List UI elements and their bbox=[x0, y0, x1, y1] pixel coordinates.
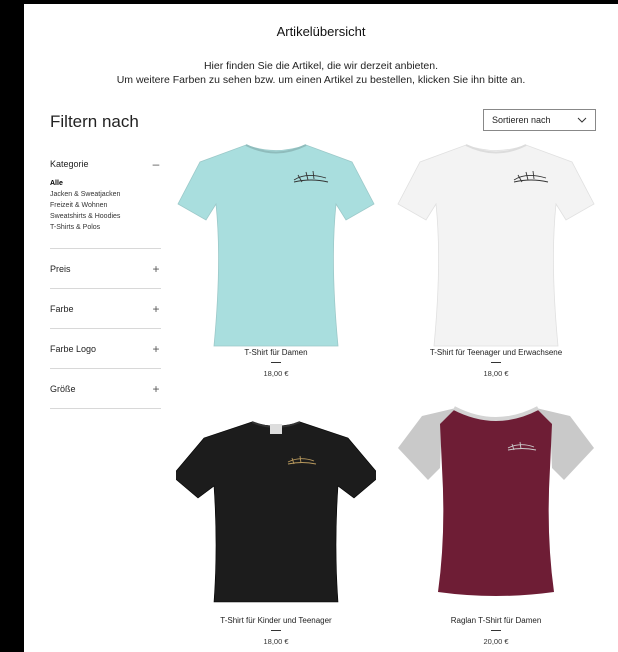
filter-group-farbe: Farbe + bbox=[50, 289, 161, 329]
divider bbox=[491, 362, 501, 363]
intro-line-1: Hier finden Sie die Artikel, die wir der… bbox=[203, 60, 439, 72]
filter-group-farbe-logo: Farbe Logo + bbox=[50, 329, 161, 369]
filter-group-kategorie: Kategorie – Alle Jacken & Sweatjacken Fr… bbox=[50, 150, 161, 249]
filter-toggle-groesse[interactable]: Größe + bbox=[50, 369, 161, 409]
divider bbox=[271, 630, 281, 631]
chevron-down-icon bbox=[577, 117, 587, 123]
product-name: T-Shirt für Teenager und Erwachsene bbox=[429, 348, 563, 357]
product-name: Raglan T-Shirt für Damen bbox=[450, 616, 542, 625]
product-price: 18,00 € bbox=[263, 637, 289, 646]
product-name: T-Shirt für Kinder und Teenager bbox=[220, 616, 332, 625]
tshirt-image bbox=[397, 144, 595, 347]
product-card[interactable]: Raglan T-Shirt für Damen 20,00 € bbox=[396, 404, 596, 646]
plus-icon: + bbox=[152, 302, 160, 316]
filter-toggle-kategorie[interactable]: Kategorie – bbox=[50, 150, 161, 178]
category-list: Alle Jacken & Sweatjacken Freizeit & Woh… bbox=[50, 178, 161, 248]
product-card[interactable]: T-Shirt für Kinder und Teenager 18,00 € bbox=[176, 416, 376, 646]
product-overview-page: Artikelübersicht Hier finden Sie die Art… bbox=[24, 4, 618, 652]
category-item-alle[interactable]: Alle bbox=[50, 178, 161, 189]
product-price: 18,00 € bbox=[483, 369, 509, 378]
page-title: Artikelübersicht bbox=[276, 24, 366, 39]
filter-label: Farbe Logo bbox=[50, 344, 97, 354]
product-price: 18,00 € bbox=[263, 369, 289, 378]
tshirt-image bbox=[177, 144, 375, 347]
plus-icon: + bbox=[152, 382, 160, 396]
category-item-jacken[interactable]: Jacken & Sweatjacken bbox=[50, 189, 161, 200]
category-item-tshirts[interactable]: T-Shirts & Polos bbox=[50, 222, 161, 233]
filter-label: Kategorie bbox=[50, 159, 89, 169]
category-item-freizeit[interactable]: Freizeit & Wohnen bbox=[50, 200, 161, 211]
minus-icon: – bbox=[152, 157, 160, 171]
filter-group-groesse: Größe + bbox=[50, 369, 161, 409]
plus-icon: + bbox=[152, 342, 160, 356]
filter-heading: Filtern nach bbox=[50, 112, 139, 131]
plus-icon: + bbox=[152, 262, 160, 276]
category-item-sweatshirts[interactable]: Sweatshirts & Hoodies bbox=[50, 211, 161, 222]
filter-toggle-farbe[interactable]: Farbe + bbox=[50, 289, 161, 329]
product-price: 20,00 € bbox=[483, 637, 509, 646]
intro-line-2: Um weitere Farben zu sehen bzw. um einen… bbox=[116, 74, 526, 86]
divider bbox=[271, 362, 281, 363]
filter-group-preis: Preis + bbox=[50, 249, 161, 289]
sort-dropdown-label: Sortieren nach bbox=[492, 115, 551, 125]
filter-toggle-farbe-logo[interactable]: Farbe Logo + bbox=[50, 329, 161, 369]
filter-label: Größe bbox=[50, 384, 76, 394]
divider bbox=[491, 630, 501, 631]
sort-dropdown[interactable]: Sortieren nach bbox=[483, 109, 596, 131]
product-card[interactable]: T-Shirt für Damen 18,00 € bbox=[176, 142, 376, 378]
filter-label: Farbe bbox=[50, 304, 74, 314]
tshirt-image bbox=[176, 421, 376, 603]
tshirt-image bbox=[398, 406, 594, 596]
product-name: T-Shirt für Damen bbox=[244, 348, 308, 357]
filter-label: Preis bbox=[50, 264, 71, 274]
filter-toggle-preis[interactable]: Preis + bbox=[50, 249, 161, 289]
product-card[interactable]: T-Shirt für Teenager und Erwachsene 18,0… bbox=[396, 142, 596, 378]
page-intro: Hier finden Sie die Artikel, die wir der… bbox=[24, 59, 618, 87]
filter-sidebar: Kategorie – Alle Jacken & Sweatjacken Fr… bbox=[50, 150, 161, 409]
